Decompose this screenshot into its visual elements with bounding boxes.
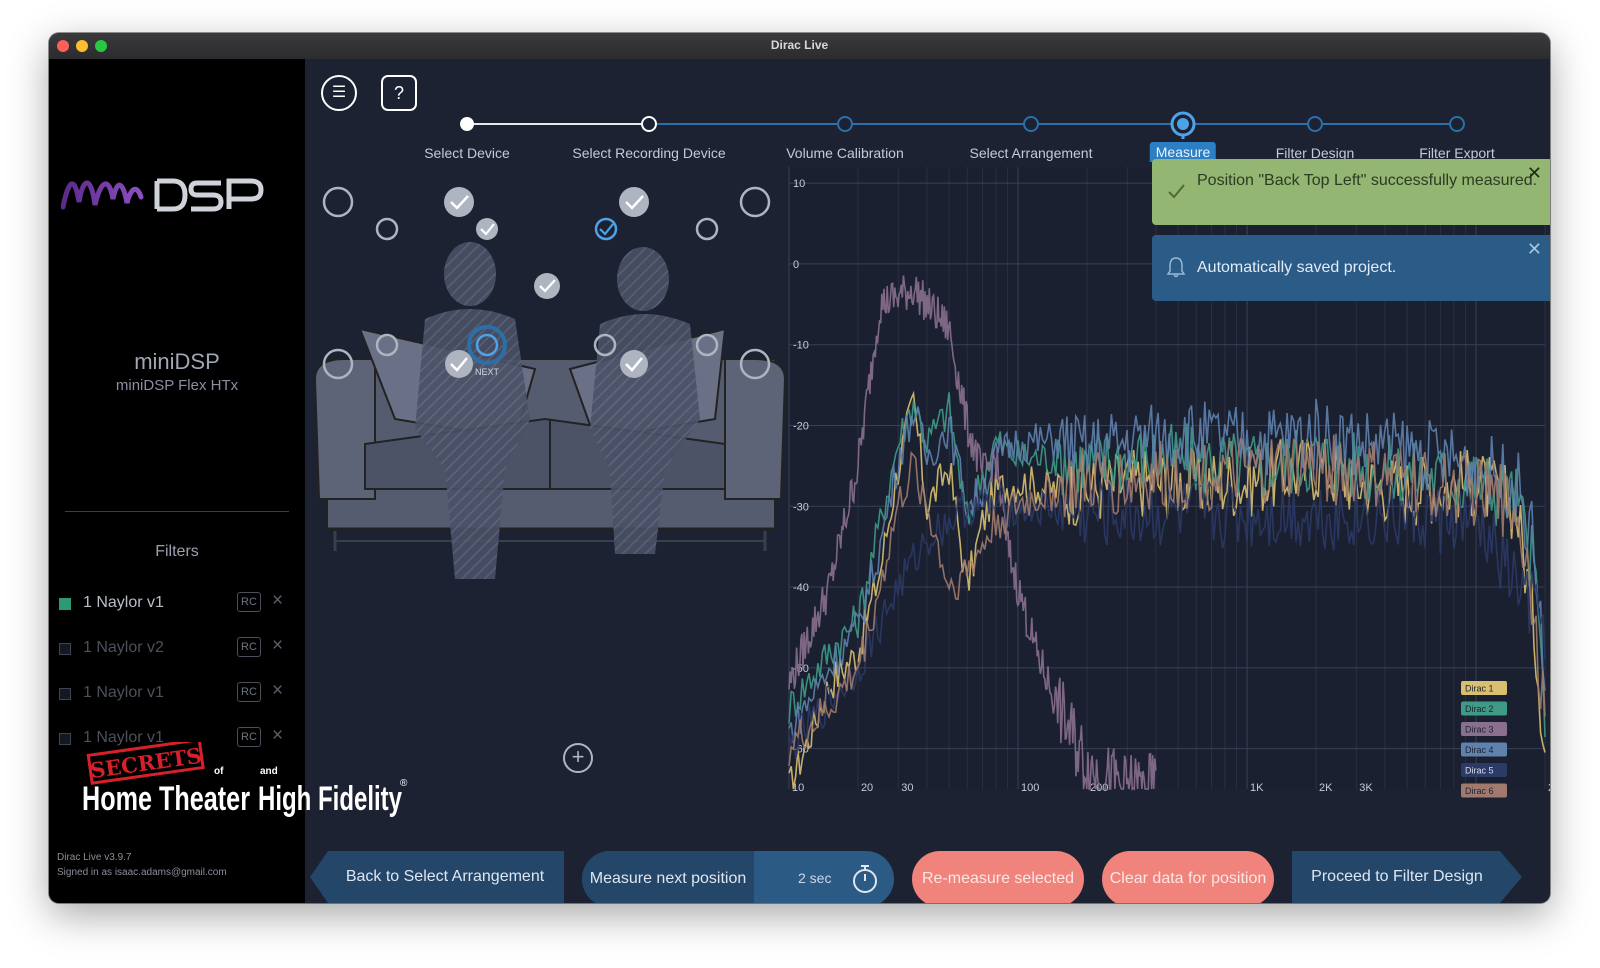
remove-filter-icon[interactable]: ×: [272, 680, 283, 702]
y-tick-label: -30: [793, 501, 809, 513]
sidebar-divider: [65, 511, 289, 512]
timer-value[interactable]: 2 sec: [798, 870, 831, 886]
minidsp-logo: [61, 178, 264, 212]
x-tick-label: 2K: [1319, 782, 1333, 794]
x-tick-label: 30: [901, 782, 913, 794]
toast-message: Position "Back Top Left" successfully me…: [1197, 172, 1538, 189]
next-label: NEXT: [475, 367, 500, 377]
close-icon[interactable]: ✕: [1527, 239, 1542, 260]
x-tick-label: 3K: [1359, 782, 1373, 794]
rc-badge[interactable]: RC: [237, 682, 261, 702]
wizard-stepper: Select Device Select Recording Device Vo…: [305, 59, 1550, 169]
step-dot[interactable]: [1023, 116, 1039, 132]
filter-checkbox[interactable]: [59, 688, 71, 700]
close-icon[interactable]: ✕: [1527, 163, 1542, 184]
remeasure-button[interactable]: Re-measure selected: [912, 851, 1084, 903]
step-select-recording-device[interactable]: Select Recording Device: [572, 145, 725, 161]
legend-label: Dirac 5: [1465, 766, 1494, 776]
step-dot[interactable]: [1449, 116, 1465, 132]
rc-badge[interactable]: RC: [237, 637, 261, 657]
stopwatch-icon[interactable]: [850, 863, 880, 895]
toast-message: Automatically saved project.: [1197, 259, 1397, 276]
y-tick-label: 10: [793, 178, 805, 190]
window-title: Dirac Live: [770, 38, 829, 52]
y-tick-label: -20: [793, 420, 809, 432]
add-position-button[interactable]: +: [563, 743, 593, 773]
svg-text:High Fidelity: High Fidelity: [258, 780, 402, 818]
x-tick-label: 20: [861, 782, 873, 794]
success-toast: Position "Back Top Left" successfully me…: [1152, 159, 1550, 225]
mic-position[interactable]: [375, 217, 399, 241]
device-name: miniDSP: [134, 349, 220, 374]
legend-label: Dirac 2: [1465, 704, 1494, 714]
step-dot[interactable]: [837, 116, 853, 132]
mic-position[interactable]: [739, 186, 771, 218]
filter-name: 1 Naylor v1: [83, 594, 164, 611]
step-select-device[interactable]: Select Device: [424, 145, 510, 161]
version-label: Dirac Live v3.9.7: [57, 852, 132, 863]
svg-text:and: and: [260, 766, 278, 777]
stepper-track: [460, 111, 1465, 139]
y-tick-label: -10: [793, 340, 809, 352]
filter-checkbox[interactable]: [59, 643, 71, 655]
x-tick-label: 1K: [1250, 782, 1264, 794]
measure-next-control: Measure next position 2 sec: [582, 851, 894, 903]
filter-checkbox[interactable]: [59, 598, 71, 610]
x-tick-label: 20K: [1548, 782, 1550, 794]
clear-data-button[interactable]: Clear data for position: [1102, 851, 1274, 903]
x-tick-label: 100: [1021, 782, 1039, 794]
step-dot[interactable]: [460, 117, 474, 131]
proceed-button[interactable]: Proceed to Filter Design: [1292, 851, 1522, 903]
svg-text:®: ®: [400, 778, 408, 789]
legend-label: Dirac 1: [1465, 684, 1494, 694]
y-tick-label: 0: [793, 259, 799, 271]
remove-filter-icon[interactable]: ×: [272, 635, 283, 657]
rc-badge[interactable]: RC: [237, 592, 261, 612]
mic-position[interactable]: [322, 186, 354, 218]
device-model: miniDSP Flex HTx: [115, 377, 239, 394]
filter-checkbox[interactable]: [59, 733, 71, 745]
signed-in-label: Signed in as isaac.adams@gmail.com: [57, 867, 227, 878]
measure-next-button[interactable]: Measure next position: [582, 851, 754, 903]
filter-item[interactable]: 1 Naylor v2 RC ×: [59, 635, 295, 660]
filters-title: Filters: [155, 543, 199, 560]
selected-position-icon[interactable]: [594, 217, 618, 241]
filter-item[interactable]: 1 Naylor v1 RC ×: [59, 680, 295, 705]
listening-area: NEXT: [313, 186, 787, 579]
check-icon: [1168, 184, 1185, 199]
legend-label: Dirac 6: [1465, 786, 1494, 796]
step-dot[interactable]: [641, 116, 657, 132]
sofa-graphic: [313, 327, 787, 551]
legend-label: Dirac 4: [1465, 745, 1494, 755]
remove-filter-icon[interactable]: ×: [272, 590, 283, 612]
step-dot[interactable]: [1307, 116, 1323, 132]
svg-text:of: of: [214, 766, 224, 777]
bell-icon: [1166, 257, 1186, 278]
info-toast: Automatically saved project. ✕: [1152, 235, 1550, 301]
filter-name: 1 Naylor v1: [83, 684, 164, 701]
filter-name: 1 Naylor v2: [83, 639, 164, 656]
svg-text:Home Theater: Home Theater: [82, 780, 250, 818]
y-tick-label: -40: [793, 582, 809, 594]
legend-label: Dirac 3: [1465, 725, 1494, 735]
mic-position[interactable]: [695, 217, 719, 241]
title-bar: Dirac Live: [49, 33, 1550, 60]
secrets-watermark-logo: SECRETS of and Home Theater High Fidelit…: [82, 742, 408, 818]
filter-item[interactable]: 1 Naylor v1 RC ×: [59, 590, 295, 615]
back-button[interactable]: Back to Select Arrangement: [310, 851, 564, 903]
